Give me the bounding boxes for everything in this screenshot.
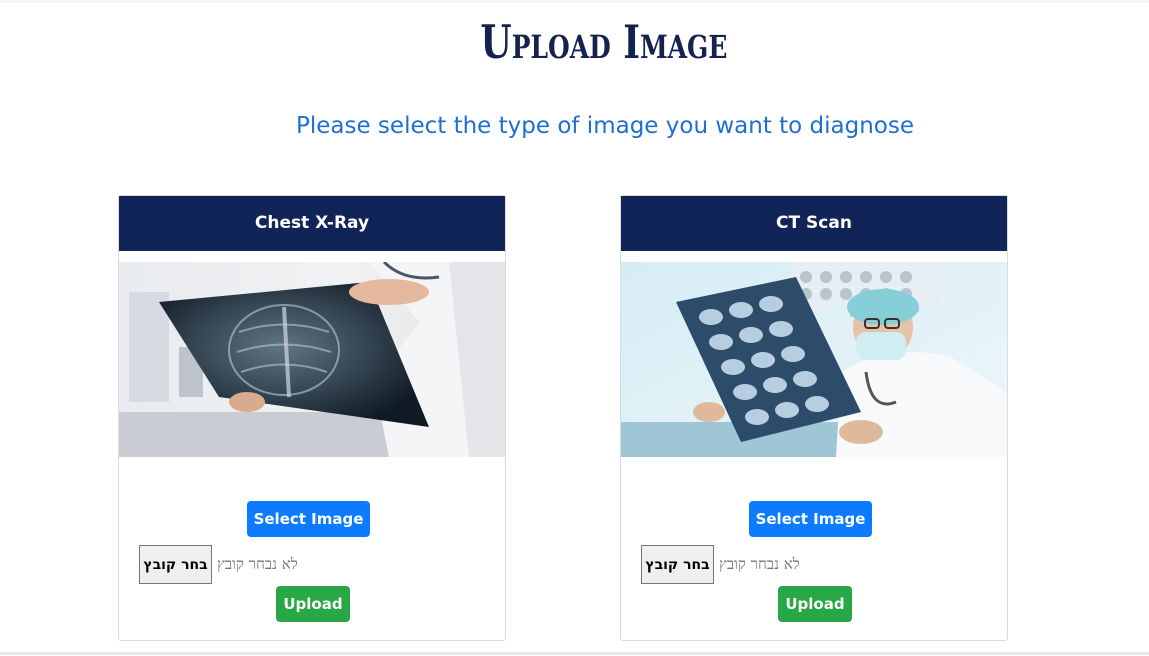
select-image-button[interactable]: Select Image (247, 501, 370, 537)
top-border (0, 0, 1149, 3)
select-image-button[interactable]: Select Image (749, 501, 872, 537)
file-input: בחר קובץ לא נבחר קובץ (139, 545, 298, 584)
page-title: Upload Image (480, 15, 728, 69)
upload-button[interactable]: Upload (276, 586, 350, 622)
bottom-border (0, 652, 1149, 655)
choose-file-button[interactable]: בחר קובץ (641, 545, 714, 584)
upload-button[interactable]: Upload (778, 586, 852, 622)
ct-scan-card: CT Scan Select Image בחר קובץ לא נבחר קו… (620, 195, 1008, 641)
file-input: בחר קובץ לא נבחר קובץ (641, 545, 800, 584)
page-subtitle: Please select the type of image you want… (295, 113, 915, 139)
choose-file-button[interactable]: בחר קובץ (139, 545, 212, 584)
file-status-text: לא נבחר קובץ (217, 555, 298, 573)
card-header: Chest X-Ray (119, 196, 505, 251)
chest-xray-image (119, 262, 505, 457)
card-header: CT Scan (621, 196, 1007, 251)
chest-xray-card: Chest X-Ray Select Image בחר קובץ לא נבח… (118, 195, 506, 641)
file-status-text: לא נבחר קובץ (719, 555, 800, 573)
ct-scan-image (621, 262, 1007, 457)
